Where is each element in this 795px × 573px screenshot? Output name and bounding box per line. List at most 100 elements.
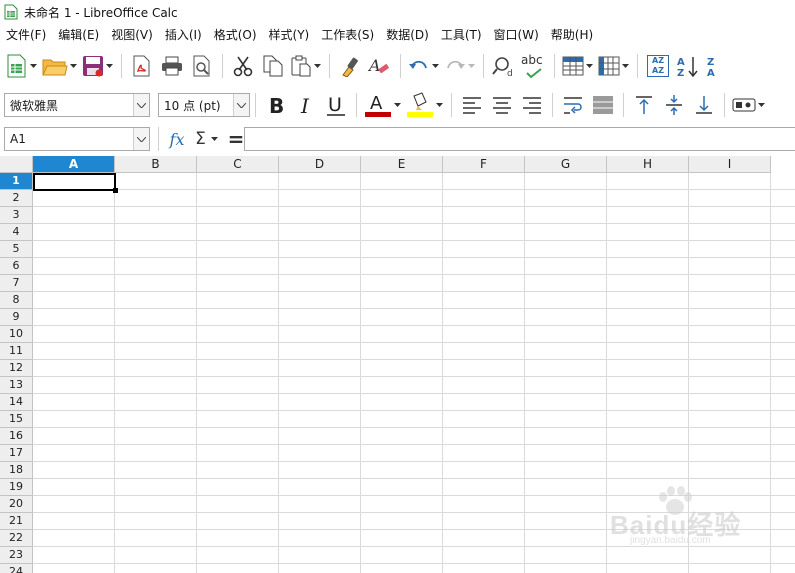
column-header-c[interactable]: C bbox=[197, 156, 279, 173]
sort-ascending-button[interactable]: A Z bbox=[675, 51, 701, 81]
save-button[interactable] bbox=[82, 51, 114, 81]
menu-view[interactable]: 视图(V) bbox=[105, 26, 159, 43]
underline-button[interactable]: U bbox=[323, 90, 349, 120]
sum-button[interactable]: Σ bbox=[192, 124, 222, 154]
row-header-17[interactable]: 17 bbox=[0, 445, 33, 462]
chevron-down-icon[interactable] bbox=[313, 62, 322, 71]
row-header-10[interactable]: 10 bbox=[0, 326, 33, 343]
menu-edit[interactable]: 编辑(E) bbox=[52, 26, 105, 43]
chevron-down-icon[interactable] bbox=[69, 62, 78, 71]
clone-formatting-button[interactable] bbox=[337, 51, 363, 81]
row-header-3[interactable]: 3 bbox=[0, 207, 33, 224]
formula-button[interactable]: = bbox=[226, 124, 246, 154]
print-button[interactable] bbox=[159, 51, 185, 81]
align-left-button[interactable] bbox=[459, 90, 485, 120]
menu-tools[interactable]: 工具(T) bbox=[435, 26, 488, 43]
find-replace-button[interactable]: d bbox=[491, 51, 517, 81]
menu-file[interactable]: 文件(F) bbox=[0, 26, 52, 43]
row-header-8[interactable]: 8 bbox=[0, 292, 33, 309]
clear-formatting-button[interactable]: A bbox=[367, 51, 393, 81]
row-header-5[interactable]: 5 bbox=[0, 241, 33, 258]
column-button[interactable] bbox=[598, 51, 630, 81]
row-header-1[interactable]: 1 bbox=[0, 173, 33, 190]
column-header-g[interactable]: G bbox=[525, 156, 607, 173]
chevron-down-icon[interactable] bbox=[431, 62, 440, 71]
paste-button[interactable] bbox=[290, 51, 322, 81]
row-header-7[interactable]: 7 bbox=[0, 275, 33, 292]
menu-window[interactable]: 窗口(W) bbox=[488, 26, 545, 43]
number-format-button[interactable] bbox=[732, 90, 766, 120]
select-all-corner[interactable] bbox=[0, 156, 33, 173]
undo-button[interactable] bbox=[408, 51, 440, 81]
chevron-down-icon[interactable] bbox=[133, 94, 149, 116]
new-button[interactable] bbox=[6, 51, 38, 81]
font-color-button[interactable]: A bbox=[364, 90, 402, 120]
function-wizard-button[interactable]: fx bbox=[166, 124, 188, 154]
open-button[interactable] bbox=[42, 51, 78, 81]
active-cell-cursor[interactable] bbox=[33, 173, 116, 191]
row-header-15[interactable]: 15 bbox=[0, 411, 33, 428]
menu-insert[interactable]: 插入(I) bbox=[159, 26, 208, 43]
highlight-color-button[interactable] bbox=[406, 90, 444, 120]
chevron-down-icon[interactable] bbox=[210, 135, 219, 144]
redo-button[interactable] bbox=[444, 51, 476, 81]
row-header-24[interactable]: 24 bbox=[0, 564, 33, 573]
chevron-down-icon[interactable] bbox=[757, 101, 766, 110]
row-header-12[interactable]: 12 bbox=[0, 360, 33, 377]
row-header-6[interactable]: 6 bbox=[0, 258, 33, 275]
menu-data[interactable]: 数据(D) bbox=[380, 26, 435, 43]
chevron-down-icon[interactable] bbox=[133, 128, 149, 150]
chevron-down-icon[interactable] bbox=[435, 101, 444, 110]
merge-cells-button[interactable] bbox=[590, 90, 616, 120]
font-size-box[interactable]: 10 点 (pt) bbox=[158, 93, 250, 117]
export-pdf-button[interactable] bbox=[129, 51, 155, 81]
menu-sheet[interactable]: 工作表(S) bbox=[315, 26, 380, 43]
column-header-i[interactable]: I bbox=[689, 156, 771, 173]
align-right-button[interactable] bbox=[519, 90, 545, 120]
row-header-22[interactable]: 22 bbox=[0, 530, 33, 547]
sort-button[interactable]: AZ AZ bbox=[645, 51, 671, 81]
spellcheck-button[interactable]: abc bbox=[521, 51, 547, 81]
row-header-23[interactable]: 23 bbox=[0, 547, 33, 564]
row-header-4[interactable]: 4 bbox=[0, 224, 33, 241]
bold-button[interactable]: B bbox=[263, 90, 289, 120]
font-name-box[interactable]: 微软雅黑 bbox=[4, 93, 150, 117]
column-header-d[interactable]: D bbox=[279, 156, 361, 173]
row-header-19[interactable]: 19 bbox=[0, 479, 33, 496]
italic-button[interactable]: I bbox=[293, 90, 319, 120]
chevron-down-icon[interactable] bbox=[467, 62, 476, 71]
row-header-13[interactable]: 13 bbox=[0, 377, 33, 394]
copy-button[interactable] bbox=[260, 51, 286, 81]
row-header-21[interactable]: 21 bbox=[0, 513, 33, 530]
row-header-9[interactable]: 9 bbox=[0, 309, 33, 326]
menu-format[interactable]: 格式(O) bbox=[208, 26, 263, 43]
column-header-a[interactable]: A bbox=[33, 156, 115, 173]
align-top-button[interactable] bbox=[631, 90, 657, 120]
align-center-button[interactable] bbox=[489, 90, 515, 120]
chevron-down-icon[interactable] bbox=[585, 62, 594, 71]
menu-styles[interactable]: 样式(Y) bbox=[263, 26, 316, 43]
row-header-20[interactable]: 20 bbox=[0, 496, 33, 513]
wrap-text-button[interactable] bbox=[560, 90, 586, 120]
align-bottom-button[interactable] bbox=[691, 90, 717, 120]
chevron-down-icon[interactable] bbox=[29, 62, 38, 71]
print-preview-button[interactable] bbox=[189, 51, 215, 81]
chevron-down-icon[interactable] bbox=[233, 94, 249, 116]
row-header-18[interactable]: 18 bbox=[0, 462, 33, 479]
column-header-e[interactable]: E bbox=[361, 156, 443, 173]
row-button[interactable] bbox=[562, 51, 594, 81]
column-header-b[interactable]: B bbox=[115, 156, 197, 173]
column-header-h[interactable]: H bbox=[607, 156, 689, 173]
align-middle-button[interactable] bbox=[661, 90, 687, 120]
column-header-f[interactable]: F bbox=[443, 156, 525, 173]
cut-button[interactable] bbox=[230, 51, 256, 81]
chevron-down-icon[interactable] bbox=[621, 62, 630, 71]
row-header-11[interactable]: 11 bbox=[0, 343, 33, 360]
row-header-14[interactable]: 14 bbox=[0, 394, 33, 411]
fill-handle[interactable] bbox=[113, 188, 118, 193]
row-header-2[interactable]: 2 bbox=[0, 190, 33, 207]
row-header-16[interactable]: 16 bbox=[0, 428, 33, 445]
chevron-down-icon[interactable] bbox=[105, 62, 114, 71]
chevron-down-icon[interactable] bbox=[393, 101, 402, 110]
formula-input[interactable] bbox=[244, 127, 795, 151]
